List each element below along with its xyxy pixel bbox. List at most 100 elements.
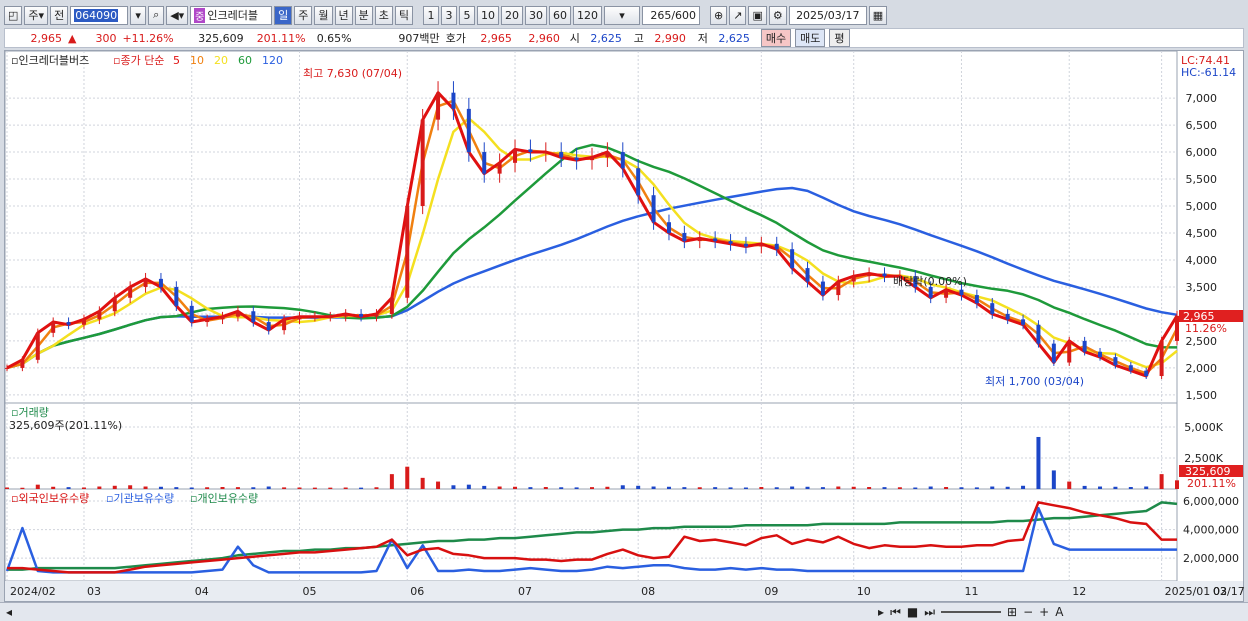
volume-bar [297, 487, 302, 489]
candle-body [451, 92, 456, 109]
save-icon[interactable]: ▣ [748, 5, 767, 25]
interval-30[interactable]: 30 [525, 5, 548, 25]
dividend-annotation: 배당락(0.00%) [893, 275, 967, 288]
candle-body [235, 311, 240, 317]
candle-body [158, 278, 163, 287]
candle-body [513, 149, 518, 163]
sound-icon[interactable]: ◀▾ [166, 5, 189, 25]
candle-body [1113, 357, 1118, 366]
volume-bar [20, 487, 25, 489]
code-dropdown-icon[interactable]: ▾ [130, 5, 147, 25]
interval-custom-select[interactable]: ▾ [604, 5, 641, 25]
interval-3[interactable]: 3 [441, 5, 458, 25]
tab-year[interactable]: 년 [334, 5, 353, 25]
tab-second[interactable]: 초 [374, 5, 393, 25]
search-icon[interactable]: ⌕ [148, 5, 165, 25]
candle-body [959, 289, 964, 296]
window-icon[interactable]: ◰ [4, 5, 23, 25]
prev-button[interactable]: 전 [50, 5, 69, 25]
stock-name-box[interactable]: 중 인크레더블 [190, 5, 273, 25]
candle-body [1021, 319, 1026, 325]
volume-bar [959, 487, 964, 489]
zoom-slider[interactable] [941, 605, 1002, 613]
market-select[interactable]: 주 ▾ [24, 5, 49, 25]
date-input[interactable]: 2025/03/17 [788, 5, 867, 25]
crosshair-icon[interactable]: ⊕ [710, 5, 728, 25]
tab-day[interactable]: 일 [274, 5, 293, 25]
interval-60[interactable]: 60 [549, 5, 572, 25]
gear-icon[interactable]: ⚙ [768, 5, 787, 25]
buy-button[interactable]: 매수 [760, 29, 792, 47]
volume-bar [174, 487, 179, 489]
volume-bar [990, 486, 995, 489]
interval-10[interactable]: 10 [477, 5, 500, 25]
volume-bar [974, 487, 979, 489]
candle-body [97, 311, 102, 320]
volume-bar [928, 486, 933, 489]
candle-body [343, 313, 348, 317]
interval-120[interactable]: 120 [573, 5, 603, 25]
hc-label: HC:-61.14 [1181, 66, 1236, 79]
holding-tick-label: 4,000,000 [1183, 524, 1239, 537]
volume-bar [882, 487, 887, 489]
interval-1[interactable]: 1 [423, 5, 440, 25]
quote-change-pct: +11.26% [122, 31, 174, 45]
scroll-left-icon[interactable]: ◂ [6, 605, 12, 619]
last-page-icon[interactable]: ⏭ [924, 605, 935, 620]
stop-icon[interactable]: ■ [907, 605, 918, 620]
volume-bar [405, 466, 410, 489]
volume-bar [1159, 474, 1164, 489]
group-badge: 중 [194, 7, 206, 23]
tab-tick[interactable]: 틱 [394, 5, 414, 25]
code-value: 064090 [74, 8, 119, 22]
candle-body [66, 322, 71, 325]
x-tick-label: 2025/01 [1165, 585, 1211, 598]
x-tick-label: 06 [410, 585, 424, 598]
interval-20[interactable]: 20 [501, 5, 524, 25]
tab-week[interactable]: 주 [294, 5, 313, 25]
quote-row: 2,965 ▲ 300 +11.26% 325,609 201.11% 0.65… [4, 28, 1244, 48]
candle-body [5, 367, 9, 369]
volume-bar [420, 477, 425, 489]
layout-icon[interactable]: ⊞ [1007, 605, 1017, 620]
quote-volume-ratio: 201.11% [256, 31, 306, 45]
candle-body [636, 168, 641, 196]
volume-bar [743, 487, 748, 489]
chart-lines [5, 81, 1179, 574]
candle-body [790, 249, 795, 269]
font-size-icon[interactable]: A [1055, 605, 1063, 620]
x-tick-label: 05 [303, 585, 317, 598]
sell-button[interactable]: 매도 [795, 29, 826, 47]
candle-body [697, 238, 702, 242]
stock-legend-label: ▫인크레더블버즈 [11, 54, 89, 67]
last-pct-label: 11.26% [1185, 322, 1227, 335]
draw-tool-icon[interactable]: ↗ [729, 5, 747, 25]
minus-icon[interactable]: − [1023, 605, 1033, 620]
count-input[interactable]: 265/600 [642, 5, 701, 25]
volume-bar [328, 487, 333, 489]
scroll-bar[interactable]: ◂ ▸ ⏮ ■ ⏭ ⊞ − + A [0, 602, 1248, 621]
low-label: 저 [697, 32, 708, 45]
plus-icon[interactable]: + [1039, 605, 1049, 620]
candle-body [574, 157, 579, 161]
code-input[interactable]: 064090 [70, 5, 129, 25]
tab-month[interactable]: 월 [314, 5, 333, 25]
volume-bar [697, 487, 702, 489]
price-tick-label: 7,000 [1186, 92, 1218, 105]
eval-button[interactable]: 평 [829, 29, 850, 47]
first-page-icon[interactable]: ⏮ [890, 605, 901, 620]
volume-bar [235, 487, 240, 489]
candle-body [1036, 324, 1041, 344]
volume-bar [1098, 486, 1103, 489]
chart-texts: 1,5002,0002,5003,0003,5004,0004,5005,000… [9, 54, 1245, 598]
candle-body [820, 281, 825, 296]
candle-body [559, 152, 564, 158]
quote-low: 2,625 [718, 31, 750, 45]
x-tick-label: 03 [87, 585, 101, 598]
chart-area[interactable]: 1,5002,0002,5003,0003,5004,0004,5005,000… [4, 50, 1245, 602]
interval-5[interactable]: 5 [459, 5, 476, 25]
calendar-icon[interactable]: ▦ [868, 5, 888, 25]
tab-minute[interactable]: 분 [354, 5, 373, 25]
scroll-right-icon[interactable]: ▸ [878, 605, 884, 620]
volume-bar [636, 485, 641, 489]
